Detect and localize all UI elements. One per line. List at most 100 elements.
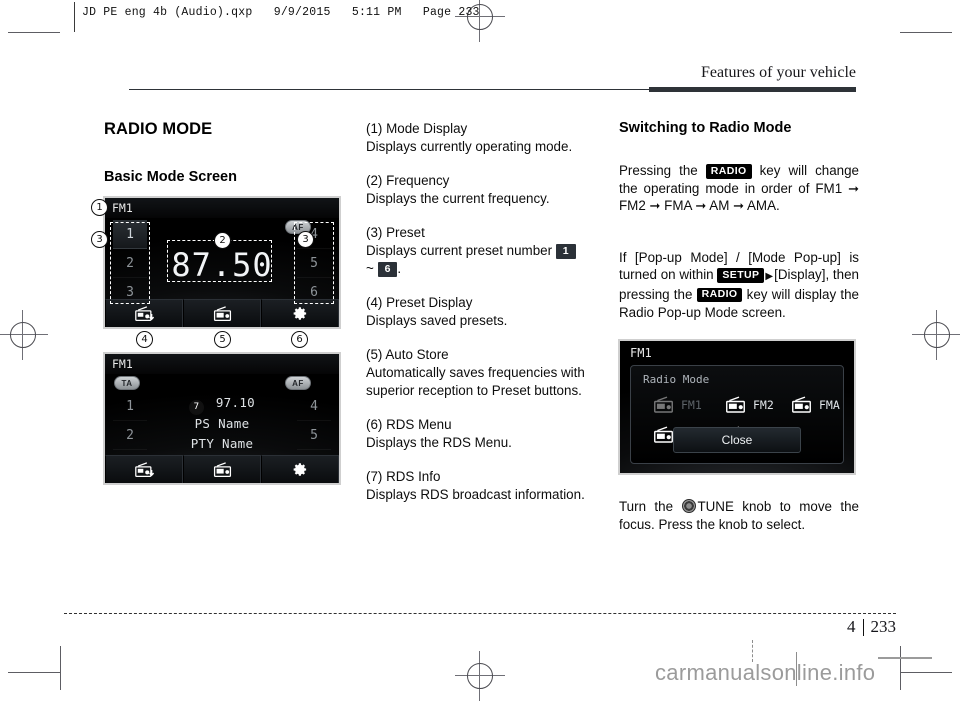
mode-option-fm2[interactable]: FM2 [725, 396, 774, 414]
footer: 4 233 [847, 617, 896, 637]
mode-option-fma-label: FMA [819, 398, 840, 412]
ta-badge[interactable]: TA [114, 376, 140, 390]
watermark: carmanualsonline.info [655, 660, 876, 685]
radio-mode-panel: Radio Mode FM1 FM2 FMA Close [630, 365, 844, 464]
item-6-body: Displays the RDS Menu. [366, 434, 512, 450]
watermark-top-rule [878, 657, 932, 659]
callout-4: 4 [136, 331, 153, 348]
mode-option-fm2-label: FM2 [753, 398, 774, 412]
popup-mode-label: FM1 [630, 346, 652, 360]
footer-rule [64, 613, 896, 614]
crop-mark-bottom-left [8, 672, 60, 673]
mode-option-fm1[interactable]: FM1 [653, 396, 702, 414]
screen-status-bar-rds [105, 354, 339, 374]
close-button[interactable]: Close [673, 427, 801, 453]
registration-mark-right [912, 310, 960, 360]
item-2-title: (2) Frequency [366, 173, 450, 189]
rds-frequency: 97.10 [215, 395, 255, 410]
mode-display-label-rds: FM1 [112, 357, 133, 371]
radio-icon [792, 396, 811, 413]
crop-mark-left-v [60, 646, 61, 690]
crop-mark-top-left [8, 32, 60, 33]
radio-mode-title: Radio Mode [643, 373, 710, 386]
settings-gear-icon [293, 307, 306, 320]
preset-chip-6: 6 [377, 262, 398, 277]
item-3-body-mid: ~ [366, 260, 374, 276]
af-badge-rds[interactable]: AF [285, 376, 311, 390]
crop-mark-right-v [900, 646, 901, 690]
settings-gear-icon [293, 463, 306, 476]
running-head-rule [649, 87, 856, 92]
column-middle: (1) Mode Display Displays currently oper… [366, 120, 612, 521]
crop-mark-bottom-right [900, 672, 952, 673]
head-unit-rds-screen: FM1 TA AF 1 2 3 4 5 6 7 97.10 PS Name PT… [103, 352, 341, 485]
setup-key-chip: SETUP [717, 268, 765, 283]
subsection-title: Basic Mode Screen [104, 169, 237, 185]
para1-text-a: Pressing the [619, 163, 706, 178]
rds-menu-button[interactable] [183, 299, 261, 327]
footer-divider [862, 618, 864, 636]
radio-key-chip: RADIO [705, 164, 752, 179]
screen-status-bar [105, 198, 339, 218]
mode-option-fma[interactable]: FMA [791, 396, 840, 414]
item-1-title: (1) Mode Display [366, 121, 468, 136]
switching-para-1: Pressing the RADIO key will change the o… [619, 162, 859, 215]
registration-mark-bottom [455, 651, 505, 701]
watermark-dash [752, 640, 754, 662]
item-4-body: Displays saved presets. [366, 312, 508, 328]
settings-button-rds[interactable] [261, 455, 339, 483]
switching-heading: Switching to Radio Mode [619, 120, 792, 136]
running-head-thin-rule [129, 89, 649, 90]
auto-store-button-rds[interactable] [105, 455, 183, 483]
arrow-icon-3: ➞ [695, 198, 707, 214]
para1-text-c: FM2 [619, 198, 650, 214]
para1-text-d: FMA [664, 198, 696, 214]
callout-6: 6 [291, 331, 308, 348]
page-number: 233 [870, 617, 897, 636]
rds-frequency-row: 7 97.10 [105, 395, 339, 415]
item-7-title: (7) RDS Info [366, 469, 441, 485]
page-title: RADIO MODE [104, 120, 213, 138]
item-3-body: Displays current preset number 1 ~ 6. [366, 242, 612, 277]
item-1-body: Displays currently operating mode. [366, 138, 573, 154]
arrow-icon-4: ➞ [733, 198, 745, 214]
callout-3-left: 3 [91, 231, 108, 248]
item-3-body-post: . [397, 260, 402, 276]
chapter-number: 4 [847, 617, 856, 636]
radio-icon [654, 396, 673, 413]
auto-store-icon [134, 305, 154, 321]
preset-left-highlight [110, 222, 150, 304]
print-header-text: JD PE eng 4b (Audio).qxp 9/9/2015 5:11 P… [82, 6, 480, 19]
running-head: Features of your vehicle [700, 64, 856, 81]
pty-name: PTY Name [190, 436, 254, 451]
item-5-title: (5) Auto Store [366, 347, 449, 363]
callout-1: 1 [91, 199, 108, 216]
arrow-icon-2: ➞ [649, 198, 661, 214]
registration-mark-left [0, 310, 48, 360]
rds-menu-icon [213, 461, 231, 477]
head-unit-basic-screen: FM1 AF 1 2 3 4 5 6 87.50 [103, 196, 341, 329]
item-2-body: Displays the current frequency. [366, 190, 550, 206]
mode-option-fm1-label: FM1 [681, 398, 702, 412]
item-3-body-pre: Displays current preset number [366, 242, 556, 258]
screen-toolbar-rds [105, 455, 339, 483]
item-7-body: Displays RDS broadcast information. [366, 486, 585, 502]
radio-icon [654, 426, 673, 443]
tune-knob-icon [682, 498, 697, 513]
tune-knob-instruction: Turn the TUNE knob to move the focus. Pr… [619, 498, 859, 533]
para1-text-e: AM [709, 198, 734, 214]
callout-3-right: 3 [297, 231, 314, 248]
column-right: Switching to Radio Mode Pressing the RAD… [619, 120, 859, 338]
rds-menu-icon [213, 305, 231, 321]
manual-page: JD PE eng 4b (Audio).qxp 9/9/2015 5:11 P… [0, 0, 960, 701]
ps-name: PS Name [194, 416, 250, 431]
callout-2: 2 [214, 232, 231, 249]
auto-store-icon [134, 461, 154, 477]
callout-5: 5 [214, 331, 231, 348]
header-rule [74, 2, 75, 32]
para1-text-f: AMA. [747, 198, 780, 214]
radio-key-chip-2: RADIO [696, 287, 743, 303]
item-4-title: (4) Preset Display [366, 295, 473, 311]
rds-menu-button-rds[interactable] [183, 455, 261, 483]
column-left: RADIO MODE Basic Mode Screen [104, 120, 347, 197]
